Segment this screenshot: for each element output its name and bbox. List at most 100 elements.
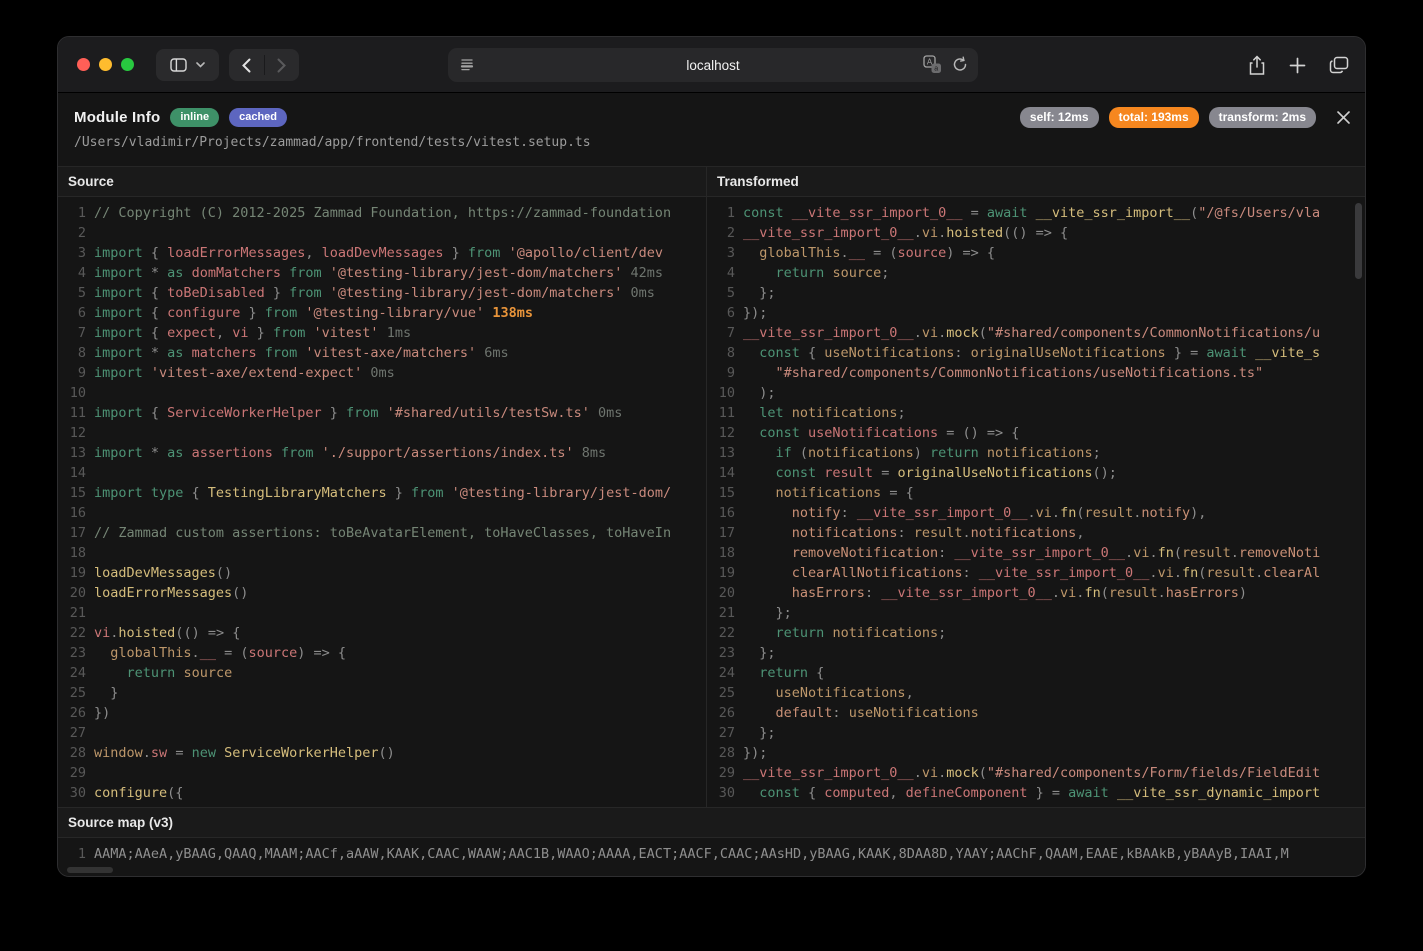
code-line: 9import 'vitest-axe/extend-expect' 0ms <box>58 363 706 383</box>
source-panel-title: Source <box>58 167 706 197</box>
code-line: 13 if (notifications) return notificatio… <box>707 443 1365 463</box>
horizontal-scrollbar[interactable] <box>67 867 113 873</box>
line-number: 11 <box>58 403 86 423</box>
code-line: 22vi.hoisted(() => { <box>58 623 706 643</box>
line-number: 6 <box>58 303 86 323</box>
svg-text:a: a <box>934 66 938 73</box>
traffic-zoom-icon[interactable] <box>121 58 134 71</box>
line-number: 16 <box>707 503 735 523</box>
sidebar-icon <box>170 58 187 72</box>
line-number: 13 <box>58 443 86 463</box>
code-line: 5import { toBeDisabled } from '@testing-… <box>58 283 706 303</box>
line-number: 22 <box>58 623 86 643</box>
code-line: 7import { expect, vi } from 'vitest' 1ms <box>58 323 706 343</box>
line-number: 11 <box>707 403 735 423</box>
line-number: 30 <box>58 783 86 803</box>
line-number: 27 <box>58 723 86 743</box>
code-line: 29__vite_ssr_import_0__.vi.mock("#shared… <box>707 763 1365 783</box>
line-number: 6 <box>707 303 735 323</box>
line-number: 10 <box>58 383 86 403</box>
line-number: 9 <box>707 363 735 383</box>
source-code[interactable]: 1// Copyright (C) 2012-2025 Zammad Found… <box>58 197 706 803</box>
code-line: 21 }; <box>707 603 1365 623</box>
line-number: 28 <box>707 743 735 763</box>
line-number: 21 <box>707 603 735 623</box>
line-number: 27 <box>707 723 735 743</box>
code-line: 11 let notifications; <box>707 403 1365 423</box>
code-line: 1const __vite_ssr_import_0__ = await __v… <box>707 203 1365 223</box>
line-number: 3 <box>707 243 735 263</box>
sidebar-toggle-button[interactable] <box>156 49 219 81</box>
inline-badge: inline <box>170 108 219 127</box>
line-number: 9 <box>58 363 86 383</box>
line-number: 20 <box>707 583 735 603</box>
line-number: 22 <box>707 623 735 643</box>
line-number: 7 <box>58 323 86 343</box>
line-number: 23 <box>707 643 735 663</box>
translate-icon[interactable]: A a <box>923 55 942 74</box>
sourcemap-section: Source map (v3) 1 AAMA;AAeA,yBAAG,QAAQ,M… <box>58 807 1365 876</box>
line-number: 14 <box>58 463 86 483</box>
code-line: 10 <box>58 383 706 403</box>
browser-window: localhost A a <box>57 36 1366 877</box>
line-number: 24 <box>58 663 86 683</box>
code-line: 16 notify: __vite_ssr_import_0__.vi.fn(r… <box>707 503 1365 523</box>
new-tab-icon[interactable] <box>1289 57 1306 74</box>
line-number: 16 <box>58 503 86 523</box>
code-line: 28window.sw = new ServiceWorkerHelper() <box>58 743 706 763</box>
code-line: 10 ); <box>707 383 1365 403</box>
share-icon[interactable] <box>1248 55 1266 76</box>
browser-toolbar: localhost A a <box>58 37 1365 93</box>
line-number: 17 <box>58 523 86 543</box>
line-number: 26 <box>707 703 735 723</box>
line-number: 2 <box>707 223 735 243</box>
sourcemap-line: 1 AAMA;AAeA,yBAAG,QAAQ,MAAM;AACf,aAAW,KA… <box>58 844 1365 864</box>
navigation-buttons <box>229 49 299 81</box>
transformed-panel: Transformed 1const __vite_ssr_import_0__… <box>707 167 1365 807</box>
back-button[interactable] <box>229 49 264 81</box>
module-file-path: /Users/vladimir/Projects/zammad/app/fron… <box>58 128 1365 150</box>
code-line: 4 return source; <box>707 263 1365 283</box>
line-number: 1 <box>58 844 86 864</box>
line-number: 23 <box>58 643 86 663</box>
line-number: 15 <box>58 483 86 503</box>
line-number: 30 <box>707 783 735 803</box>
code-line: 9 "#shared/components/CommonNotification… <box>707 363 1365 383</box>
traffic-close-icon[interactable] <box>77 58 90 71</box>
line-number: 15 <box>707 483 735 503</box>
address-bar[interactable]: localhost A a <box>448 48 978 82</box>
line-number: 10 <box>707 383 735 403</box>
code-line: 19loadDevMessages() <box>58 563 706 583</box>
code-line: 17// Zammad custom assertions: toBeAvata… <box>58 523 706 543</box>
cached-badge: cached <box>229 108 287 127</box>
line-number: 13 <box>707 443 735 463</box>
code-line: 30configure({ <box>58 783 706 803</box>
code-line: 17 notifications: result.notifications, <box>707 523 1365 543</box>
code-line: 12 <box>58 423 706 443</box>
code-line: 23 }; <box>707 643 1365 663</box>
line-number: 5 <box>707 283 735 303</box>
code-line: 26}) <box>58 703 706 723</box>
code-line: 20loadErrorMessages() <box>58 583 706 603</box>
code-line: 1// Copyright (C) 2012-2025 Zammad Found… <box>58 203 706 223</box>
code-line: 18 removeNotification: __vite_ssr_import… <box>707 543 1365 563</box>
code-line: 6}); <box>707 303 1365 323</box>
line-number: 17 <box>707 523 735 543</box>
sourcemap-title: Source map (v3) <box>58 808 1365 838</box>
transformed-code[interactable]: 1const __vite_ssr_import_0__ = await __v… <box>707 197 1365 803</box>
forward-button[interactable] <box>265 49 300 81</box>
code-line: 26 default: useNotifications <box>707 703 1365 723</box>
code-line: 12 const useNotifications = () => { <box>707 423 1365 443</box>
code-line: 20 hasErrors: __vite_ssr_import_0__.vi.f… <box>707 583 1365 603</box>
tabs-overview-icon[interactable] <box>1329 56 1349 74</box>
reload-icon[interactable] <box>952 56 968 73</box>
transformed-panel-title: Transformed <box>707 167 1365 197</box>
code-line: 30 const { computed, defineComponent } =… <box>707 783 1365 803</box>
close-icon[interactable] <box>1336 110 1351 125</box>
code-line: 29 <box>58 763 706 783</box>
line-number: 28 <box>58 743 86 763</box>
code-line: 21 <box>58 603 706 623</box>
vertical-scrollbar[interactable] <box>1355 203 1362 279</box>
traffic-minimize-icon[interactable] <box>99 58 112 71</box>
code-line: 18 <box>58 543 706 563</box>
